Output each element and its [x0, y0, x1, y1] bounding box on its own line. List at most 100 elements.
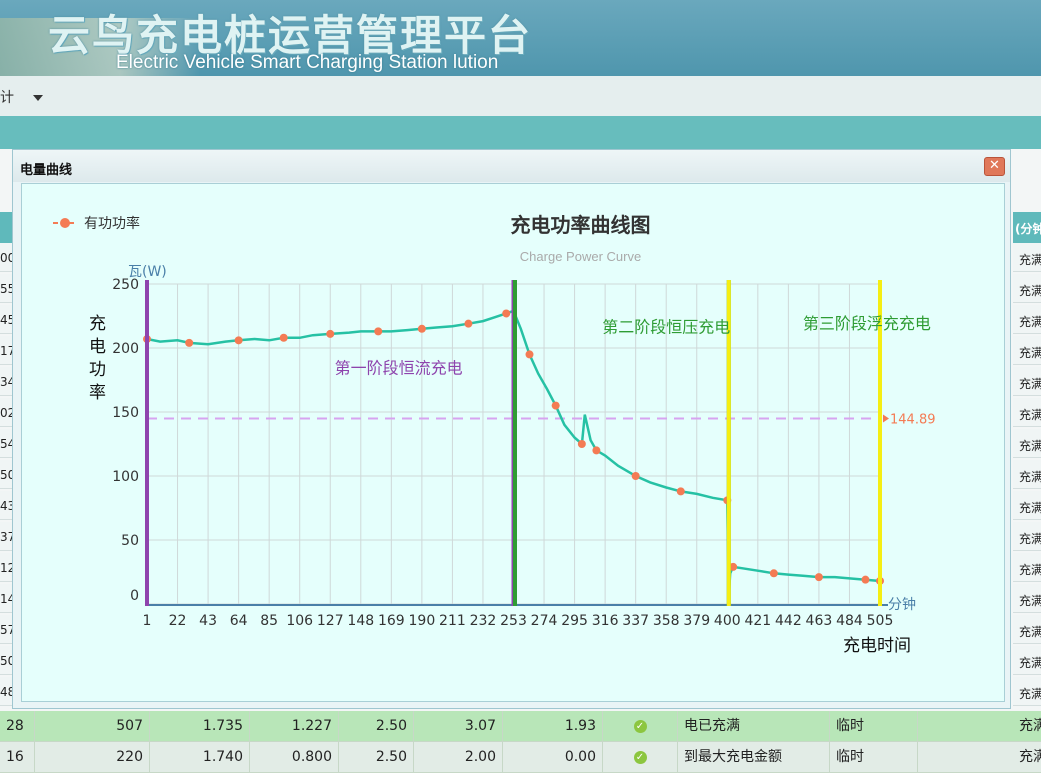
- table-cell: 充满: [1019, 718, 1041, 734]
- power-data-point: [631, 472, 640, 480]
- y-axis-label: 充电功率: [85, 314, 106, 406]
- phase-annotation: 第三阶段浮充充电: [803, 314, 931, 333]
- phase-annotation: 第二阶段恒压充电: [602, 318, 730, 337]
- table-cell: 充满: [1013, 429, 1041, 458]
- power-data-point: [234, 336, 243, 345]
- legend-marker: [60, 218, 70, 228]
- table-cell: 3.07: [414, 711, 503, 741]
- x-tick-label: 106: [286, 613, 313, 629]
- x-tick-label: 43: [199, 613, 217, 629]
- power-data-point: [185, 338, 194, 347]
- table-cell: 充满: [1013, 336, 1041, 365]
- power-data-point: [502, 309, 511, 318]
- x-tick-label: 190: [409, 613, 436, 629]
- power-curve-dialog: 电量曲线 ✕ 0 50 100 150 200 250 1 22 43 64 85 106 127 148…: [12, 149, 1011, 709]
- x-tick-label: 127: [317, 613, 344, 629]
- y-tick-label: 50: [121, 533, 139, 549]
- chevron-down-icon[interactable]: [33, 95, 43, 101]
- average-marker-arrow: [883, 414, 889, 423]
- table-cell: 220: [35, 742, 150, 772]
- x-tick-label: 358: [653, 613, 680, 629]
- y-tick-label: 100: [112, 469, 139, 485]
- x-tick-label: 295: [561, 613, 588, 629]
- power-data-point: [417, 324, 426, 333]
- close-icon[interactable]: ✕: [984, 157, 1005, 176]
- x-tick-label: 316: [592, 613, 619, 629]
- power-data-point: [326, 329, 335, 338]
- chart-subtitle: Charge Power Curve: [520, 249, 641, 264]
- x-unit-label: 分钟: [888, 596, 916, 613]
- phase-annotation: 第一阶段恒流充电: [335, 359, 463, 378]
- table-cell: 16: [0, 742, 35, 772]
- table-cell: 1.740: [150, 742, 250, 772]
- power-data-point: [676, 487, 685, 496]
- table-cell: 充满: [1013, 305, 1041, 334]
- power-data-point: [861, 575, 870, 584]
- average-value-label: 144.89: [890, 413, 936, 428]
- legend-label: 有功功率: [84, 215, 140, 232]
- x-tick-label: 421: [744, 613, 771, 629]
- x-tick-label: 169: [378, 613, 405, 629]
- dialog-titlebar[interactable]: 电量曲线 ✕: [13, 150, 1010, 182]
- table-cell: 0.800: [250, 742, 339, 772]
- x-tick-label: 505: [867, 613, 894, 629]
- power-data-point: [374, 327, 383, 336]
- table-cell: 充满: [1013, 460, 1041, 489]
- table-cell: 充满: [1013, 243, 1041, 272]
- app-header: 云鸟充电桩运营管理平台 Electric Vehicle Smart Charg…: [0, 0, 1041, 76]
- table-cell: 充满: [1013, 398, 1041, 427]
- x-tick-label: 211: [439, 613, 466, 629]
- table-cell: 1.735: [150, 711, 250, 741]
- app-subtitle: Electric Vehicle Smart Charging Station …: [116, 52, 499, 73]
- table-cell: 1.93: [503, 711, 603, 741]
- power-data-point: [464, 319, 473, 328]
- table-cell: 充满: [1013, 646, 1041, 675]
- x-tick-label: 463: [806, 613, 833, 629]
- table-cell: 充满: [1013, 491, 1041, 520]
- x-tick-label: 274: [531, 613, 558, 629]
- table-cell: 充满: [1013, 584, 1041, 613]
- table-cell: 28: [0, 711, 35, 741]
- table-cell: 充满: [1013, 367, 1041, 396]
- y-tick-label: 200: [112, 341, 139, 357]
- table-cell: 充满: [1013, 615, 1041, 644]
- table-cell: 2.50: [339, 742, 414, 772]
- power-data-point: [525, 350, 534, 359]
- x-tick-label: 253: [500, 613, 527, 629]
- table-row[interactable]: 16 220 1.740 0.800 2.50 2.00 0.00 ✓ 到最大充…: [0, 742, 1041, 773]
- x-axis-label: 充电时间: [843, 636, 911, 656]
- menu-item-statistics[interactable]: 统计: [0, 87, 14, 107]
- x-tick-label: 85: [260, 613, 278, 629]
- table-cell: 2.50: [339, 711, 414, 741]
- x-tick-label: 148: [347, 613, 374, 629]
- x-tick-label: 400: [714, 613, 741, 629]
- table-cell: 0.00: [503, 742, 603, 772]
- x-tick-label: 337: [622, 613, 649, 629]
- x-tick-label: 64: [230, 613, 248, 629]
- table-cell-status: 到最大充电金额: [678, 742, 830, 772]
- power-data-point: [551, 401, 560, 410]
- x-tick-label: 442: [775, 613, 802, 629]
- y-tick-label: 0: [130, 588, 139, 604]
- power-data-point: [769, 569, 778, 578]
- x-tick-label: 232: [470, 613, 497, 629]
- chart-panel: 0 50 100 150 200 250 1 22 43 64 85 106 127 148 169 190 2…: [21, 183, 1005, 702]
- power-data-point: [279, 333, 288, 342]
- table-cell-type: 临时: [830, 711, 918, 741]
- y-tick-label: 150: [112, 405, 139, 421]
- chart-title: 充电功率曲线图: [511, 213, 651, 237]
- power-data-point: [577, 440, 586, 448]
- table-cell-type: 临时: [830, 742, 918, 772]
- table-cell: 充满: [1013, 274, 1041, 303]
- table-row[interactable]: 28 507 1.735 1.227 2.50 3.07 1.93 ✓ 电已充满…: [0, 711, 1041, 742]
- y-unit-label: 瓦(W): [128, 264, 167, 280]
- table-cell: 2.00: [414, 742, 503, 772]
- x-tick-label: 484: [836, 613, 863, 629]
- check-icon: ✓: [603, 711, 678, 741]
- toolbar-strip: [0, 116, 1041, 149]
- table-cell-status: 电已充满: [678, 711, 830, 741]
- power-curve-chart: 0501001502002501 22 43 64 85 106 127 148 169 190 2…: [53, 213, 936, 656]
- table-cell: 充满: [1019, 749, 1041, 765]
- table-cell: 充满: [1013, 553, 1041, 582]
- table-cell: 充满: [1013, 677, 1041, 706]
